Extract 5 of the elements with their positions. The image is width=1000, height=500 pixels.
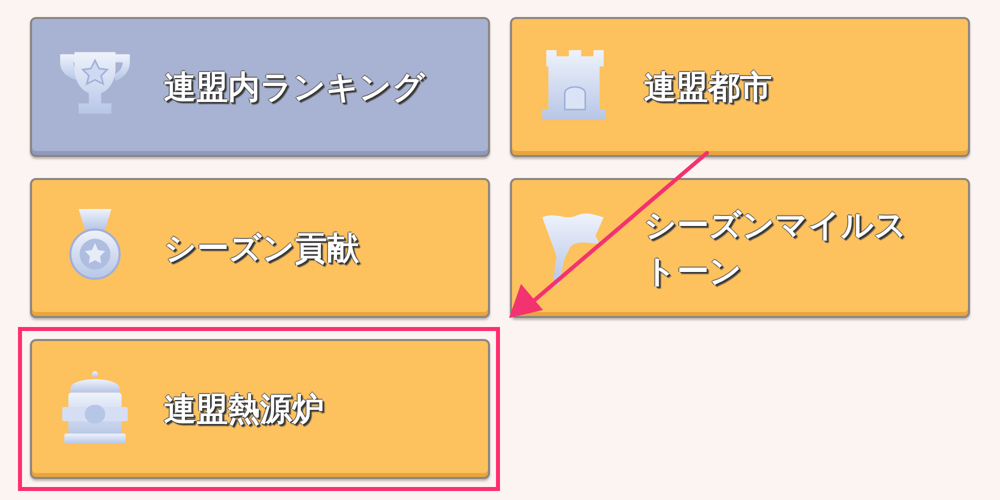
menu-button[interactable]: シーズン貢献 [30, 178, 490, 318]
menu-button[interactable]: シーズンマイルストーン [510, 178, 970, 318]
menu-button[interactable]: 連盟内ランキング [30, 17, 490, 157]
menu-button[interactable]: 連盟熱源炉 [30, 339, 490, 479]
menu-button[interactable]: 連盟都市 [510, 17, 970, 157]
